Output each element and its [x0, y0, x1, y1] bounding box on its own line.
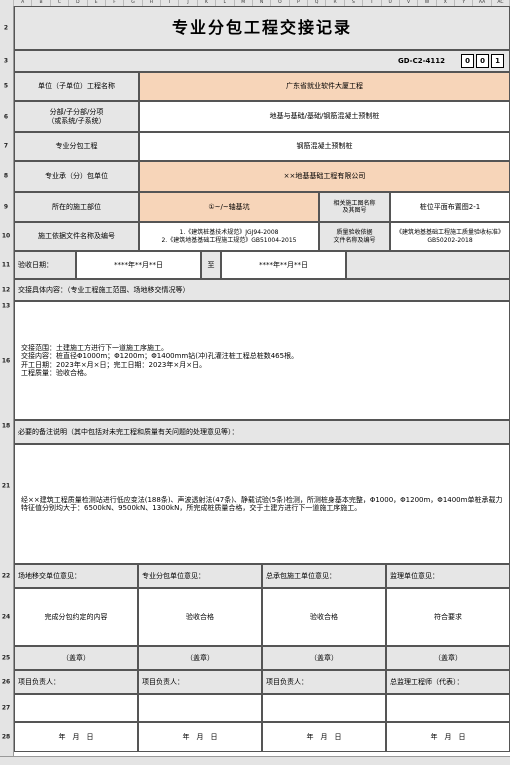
handover-body: 交接范围：土建施工方进行下一道施工序施工。 交接内容：桩直径Φ1000m；Φ12…	[14, 301, 510, 420]
row-header[interactable]: 18	[0, 423, 12, 430]
accept-date-filler	[346, 251, 510, 279]
row-header[interactable]: 2	[0, 25, 12, 32]
row-header[interactable]: 26	[0, 679, 12, 686]
opinion-seal-1: （盖章）	[14, 646, 138, 670]
sub-project-label: 专业分包工程	[14, 132, 139, 161]
opinion-seal-4: （盖章）	[386, 646, 510, 670]
row-header[interactable]: 5	[0, 83, 12, 90]
opinion-person-3: 项目负责人：	[262, 670, 386, 694]
opinion-seal-3: （盖章）	[262, 646, 386, 670]
unit-project-value: 广东省就业软件大厦工程	[139, 72, 510, 101]
code-box-3: 1	[491, 54, 504, 68]
notes-body: 经××建筑工程质量检测站进行低应变法(188条)、声波透射法(47条)、静载试验…	[14, 444, 510, 564]
opinion-value-2: 验收合格	[138, 588, 262, 646]
row-header[interactable]: 10	[0, 233, 12, 240]
accept-date-to: ****年**月**日	[221, 251, 346, 279]
location-value: ①~/~轴基坑	[139, 192, 319, 222]
contractor-label: 专业承（分）包单位	[14, 161, 139, 192]
row-header[interactable]: 6	[0, 114, 12, 121]
row-header[interactable]: 3	[0, 58, 12, 65]
row-header[interactable]: 28	[0, 734, 12, 741]
opinion-person-1: 项目负责人：	[14, 670, 138, 694]
opinion-date-1: 年 月 日	[14, 722, 138, 752]
opinion-value-4: 符合要求	[386, 588, 510, 646]
row-header[interactable]: 12	[0, 287, 12, 294]
row-header[interactable]: 21	[0, 483, 12, 490]
opinion-value-1: 完成分包约定的内容	[14, 588, 138, 646]
opinion-blank-3	[262, 694, 386, 722]
accept-date-from: ****年**月**日	[76, 251, 201, 279]
opinion-label-1: 场地移交单位意见：	[14, 564, 138, 588]
accept-date-label: 验收日期：	[14, 251, 76, 279]
opinion-label-2: 专业分包单位意见：	[138, 564, 262, 588]
opinion-value-3: 验收合格	[262, 588, 386, 646]
sub-division-value: 地基与基础/基础/钢筋混凝土预制桩	[139, 101, 510, 132]
drawing-label: 相关施工图名称 及其图号	[319, 192, 390, 222]
opinion-blank-2	[138, 694, 262, 722]
basis-value: 1.《建筑桩基技术规范》JGJ94-2008 2.《建筑地基基础工程施工规范》G…	[139, 222, 319, 251]
quality-value: 《建筑地基基础工程施工质量验收标准》 GB50202-2018	[390, 222, 510, 251]
opinion-person-2: 项目负责人：	[138, 670, 262, 694]
opinion-blank-4	[386, 694, 510, 722]
row-header[interactable]: 9	[0, 204, 12, 211]
opinion-date-2: 年 月 日	[138, 722, 262, 752]
row-header[interactable]: 25	[0, 655, 12, 662]
row-header[interactable]: 8	[0, 173, 12, 180]
code-box-2: 0	[476, 54, 489, 68]
accept-date-sep: 至	[201, 251, 221, 279]
row-header[interactable]: 7	[0, 143, 12, 150]
row-header[interactable]: 13	[0, 303, 12, 310]
opinion-seal-2: （盖章）	[138, 646, 262, 670]
basis-label: 施工依据文件名称及编号	[14, 222, 139, 251]
row-header[interactable]: 22	[0, 573, 12, 580]
opinion-blank-1	[14, 694, 138, 722]
sub-division-label: 分部/子分部/分项 （或系统/子系统）	[14, 101, 139, 132]
unit-project-label: 单位（子单位）工程名称	[14, 72, 139, 101]
opinion-person-4: 总监理工程师（代表）：	[386, 670, 510, 694]
code-box-1: 0	[461, 54, 474, 68]
notes-heading: 必要的备注说明（其中包括对未完工程和质量有关问题的处理意见等）：	[14, 420, 510, 444]
opinion-label-4: 监理单位意见：	[386, 564, 510, 588]
opinion-date-4: 年 月 日	[386, 722, 510, 752]
row-header[interactable]: 27	[0, 705, 12, 712]
row-header[interactable]: 16	[0, 358, 12, 365]
sub-project-value: 钢筋混凝土预制桩	[139, 132, 510, 161]
form-sheet: 专业分包工程交接记录 GD-C2-4112 0 0 1 单位（子单位）工程名称 …	[14, 6, 510, 756]
form-code: GD-C2-4112	[398, 57, 445, 65]
handover-heading: 交接具体内容：（专业工程施工范围、场地移交情况等）	[14, 279, 510, 301]
form-title: 专业分包工程交接记录	[14, 6, 510, 50]
opinion-label-3: 总承包施工单位意见：	[262, 564, 386, 588]
row-header[interactable]: 24	[0, 614, 12, 621]
drawing-value: 桩位平面布置图2-1	[390, 192, 510, 222]
row-header[interactable]: 11	[0, 262, 12, 269]
row-header-bar: 2 3 5 6 7 8 9 10 11 12 13 16 18 21 22 24 25 26 27 28	[0, 6, 14, 756]
quality-label: 质量验收依据 文件名称及编号	[319, 222, 390, 251]
contractor-value: ××地基基础工程有限公司	[139, 161, 510, 192]
opinion-date-3: 年 月 日	[262, 722, 386, 752]
location-label: 所在的施工部位	[14, 192, 139, 222]
